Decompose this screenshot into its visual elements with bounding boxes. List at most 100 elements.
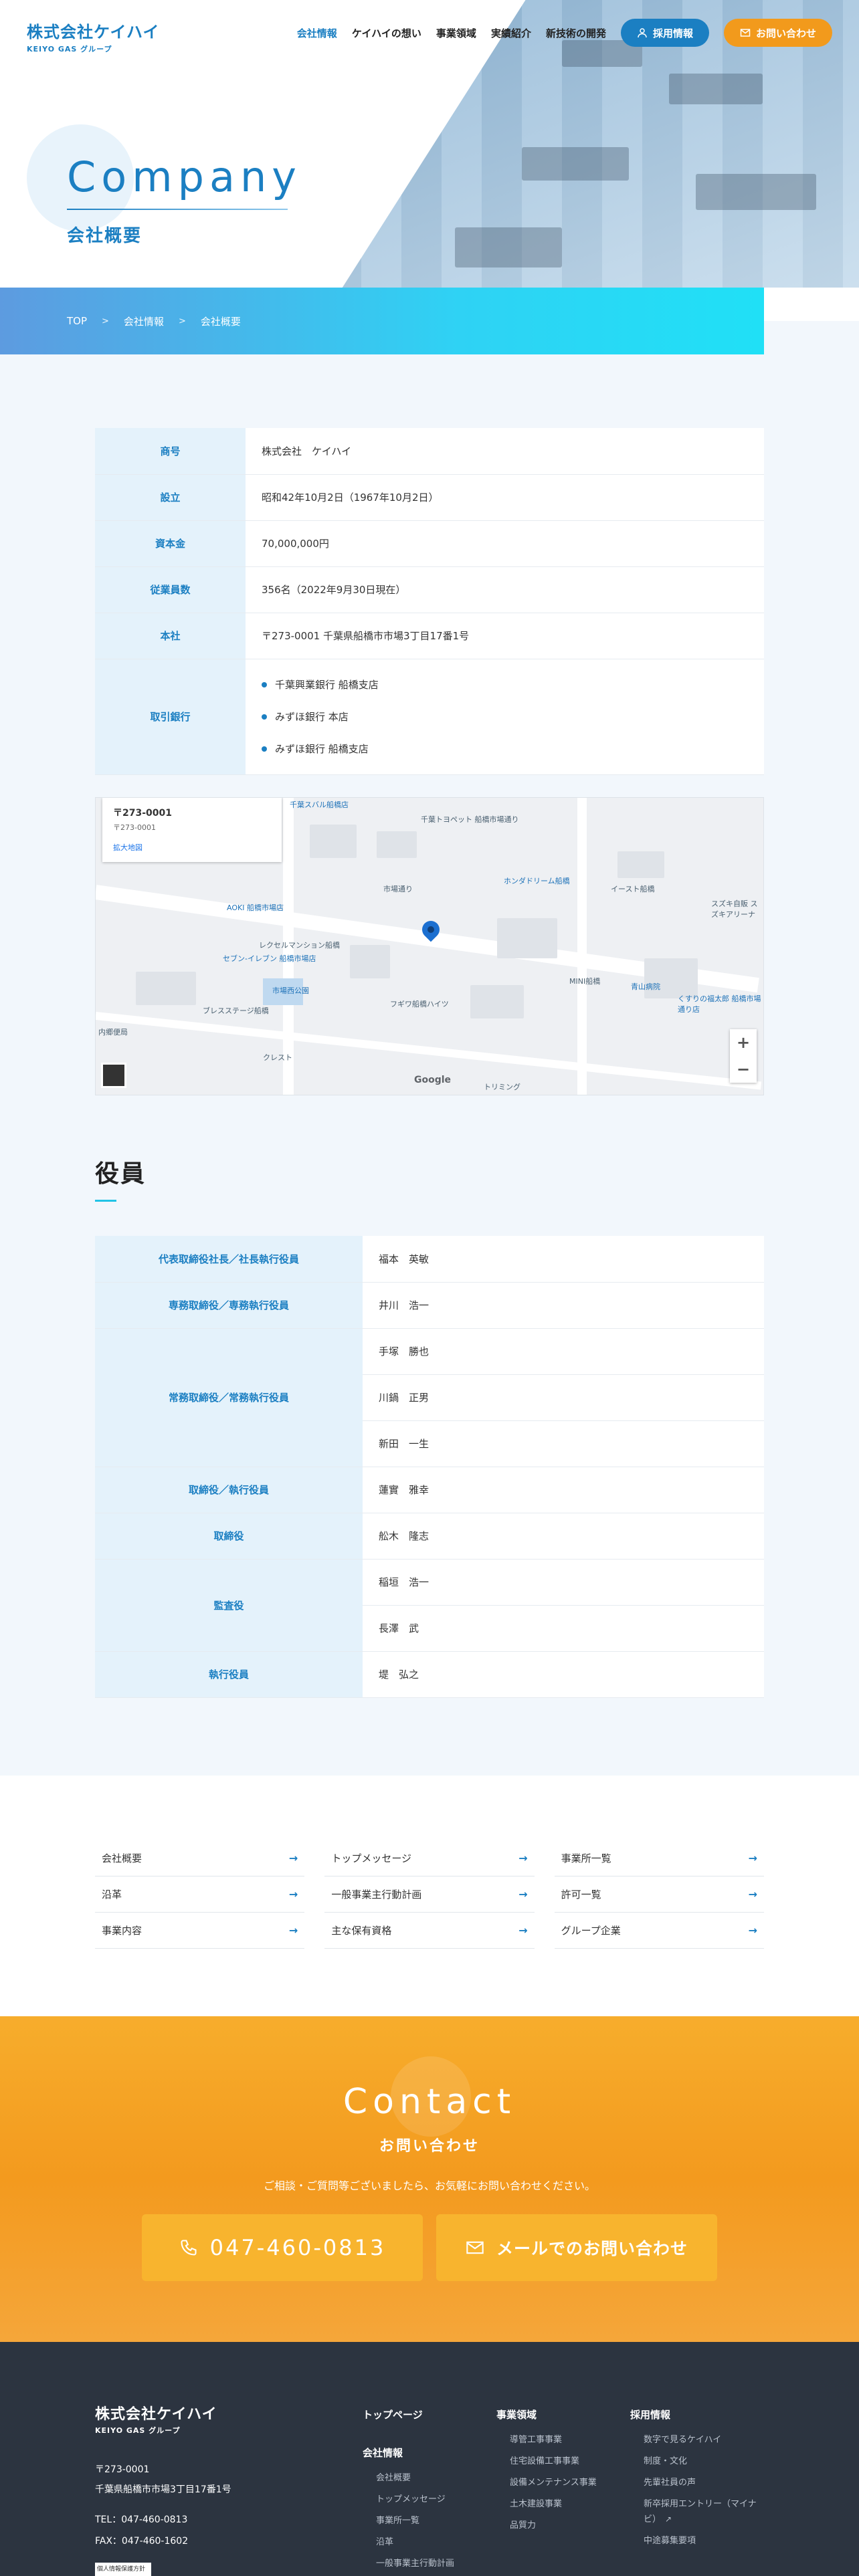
- chevron-right-icon: >: [102, 316, 109, 326]
- footer-link[interactable]: 品質力: [496, 2515, 597, 2537]
- footer-link[interactable]: トップメッセージ: [363, 2489, 454, 2510]
- row-value: 福本 英敏: [363, 1236, 764, 1283]
- map-label: 青山病院: [631, 982, 660, 991]
- row-label: 本社: [95, 613, 246, 659]
- row-value: 手塚 勝也: [363, 1328, 764, 1375]
- link-company-overview[interactable]: 会社概要 →: [95, 1840, 305, 1876]
- footer-street: 千葉県船橋市市場3丁目17番1号: [95, 2484, 231, 2495]
- footer-link[interactable]: 中途募集要項: [630, 2531, 764, 2552]
- map-label: ブレスステージ船橋: [203, 1006, 269, 1015]
- person-icon: [638, 28, 647, 38]
- google-logo: Google: [414, 1075, 452, 1085]
- nav-company[interactable]: 会社情報: [297, 26, 337, 40]
- page-title: Company: [67, 152, 302, 201]
- arrow-right-icon: →: [518, 1852, 528, 1864]
- mail-icon: [740, 29, 751, 37]
- link-history[interactable]: 沿革 →: [95, 1876, 305, 1913]
- footer-link[interactable]: 制度・文化: [630, 2451, 764, 2472]
- arrow-right-icon: →: [748, 1924, 757, 1937]
- map-label: レクセルマンション船橋: [259, 941, 340, 950]
- link-offices[interactable]: 事業所一覧 →: [554, 1840, 764, 1876]
- footer-link[interactable]: 土木建設事業: [496, 2494, 597, 2515]
- table-row: 本社 〒273-0001 千葉県船橋市市場3丁目17番1号: [95, 613, 764, 659]
- nav-business[interactable]: 事業領域: [436, 26, 476, 40]
- google-map[interactable]: 千葉スバル船橋店 市場通り ホンダドリーム船橋 AOKI 船橋市場店 セブン-イ…: [95, 797, 764, 1095]
- contact-title: Contact: [343, 2082, 516, 2122]
- row-label: 監査役: [95, 1559, 363, 1652]
- footer-link[interactable]: 沿革: [363, 2532, 454, 2553]
- link-licenses[interactable]: 許可一覧 →: [554, 1876, 764, 1913]
- footer-logo[interactable]: 株式会社ケイハイ KEIYO GAS グループ: [95, 2402, 217, 2436]
- row-label: 代表取締役社長／社長執行役員: [95, 1236, 363, 1283]
- link-action-plan[interactable]: 一般事業主行動計画 →: [324, 1876, 535, 1913]
- row-label: 常務取締役／常務執行役員: [95, 1328, 363, 1467]
- map-zoom-control: + −: [730, 1029, 757, 1083]
- page-subtitle: 会社概要: [67, 226, 142, 246]
- table-row: 従業員数 356名（2022年9月30日現在）: [95, 566, 764, 613]
- zoom-out-icon[interactable]: −: [737, 1060, 750, 1079]
- link-qualifications[interactable]: 主な保有資格 →: [324, 1913, 535, 1949]
- logo-sub: KEIYO GAS グループ: [27, 45, 112, 53]
- privacy-badge[interactable]: 個人情報保護方針: [95, 2563, 151, 2576]
- table-row: 資本金 70,000,000円: [95, 520, 764, 567]
- contact-button[interactable]: お問い合わせ: [723, 19, 832, 47]
- list-item: みずほ銀行 船橋支店: [262, 733, 764, 765]
- link-label: グループ企業: [561, 1925, 621, 1937]
- footer-link[interactable]: 住宅設備工事事業: [496, 2451, 597, 2472]
- arrow-right-icon: →: [518, 1888, 528, 1901]
- link-business[interactable]: 事業内容 →: [95, 1913, 305, 1949]
- footer: 株式会社ケイハイ KEIYO GAS グループ 〒273-0001 千葉県船橋市…: [0, 2342, 859, 2576]
- table-row: 監査役 稲垣 浩一: [95, 1559, 764, 1652]
- tel-button[interactable]: 047-460-0813: [142, 2214, 423, 2281]
- footer-link[interactable]: 会社概要: [363, 2468, 454, 2489]
- arrow-right-icon: →: [748, 1888, 757, 1901]
- arrow-right-icon: →: [288, 1888, 298, 1901]
- map-enlarge-link[interactable]: 拡大地図: [113, 842, 271, 853]
- officers-table: 代表取締役社長／社長執行役員 福本 英敏 専務取締役／専務執行役員 井川 浩一 …: [95, 1236, 764, 1698]
- map-card-sub: 〒273-0001: [113, 823, 156, 832]
- breadcrumb-current: 会社概要: [200, 315, 241, 328]
- footer-link-top[interactable]: トップページ: [363, 2407, 454, 2422]
- link-label: 事業所一覧: [561, 1852, 611, 1864]
- nav-philosophy[interactable]: ケイハイの想い: [352, 26, 421, 40]
- footer-link-business[interactable]: 事業領域: [496, 2407, 597, 2422]
- link-label: 沿革: [102, 1889, 122, 1901]
- footer-link-mynavi[interactable]: 新卒採用エントリー（マイナビ） ↗: [630, 2494, 764, 2531]
- footer-link[interactable]: 一般事業主行動計画: [363, 2553, 454, 2575]
- link-group[interactable]: グループ企業 →: [554, 1913, 764, 1949]
- footer-link[interactable]: 先輩社員の声: [630, 2472, 764, 2494]
- logo[interactable]: 株式会社ケイハイ KEIYO GAS グループ: [27, 19, 160, 54]
- footer-link[interactable]: 設備メンテナンス事業: [496, 2472, 597, 2494]
- map-label: イースト船橋: [611, 885, 655, 893]
- link-top-message[interactable]: トップメッセージ →: [324, 1840, 535, 1876]
- section-underline: [95, 1200, 116, 1202]
- footer-link-company[interactable]: 会社情報: [363, 2446, 454, 2460]
- footer-link-label: 新卒採用エントリー（マイナビ）: [644, 2499, 757, 2525]
- arrow-right-icon: →: [288, 1852, 298, 1864]
- chevron-right-icon: >: [178, 316, 186, 326]
- map-label: MINI船橋: [569, 977, 601, 986]
- link-label: 一般事業主行動計画: [331, 1889, 422, 1901]
- row-value: 356名（2022年9月30日現在）: [246, 566, 764, 613]
- footer-link[interactable]: 数字で見るケイハイ: [630, 2430, 764, 2451]
- footer-link-recruit[interactable]: 採用情報: [630, 2407, 764, 2422]
- footer-logo-sub: KEIYO GAS グループ: [95, 2426, 181, 2435]
- table-row: 執行役員 堤 弘之: [95, 1651, 764, 1698]
- nav-technology[interactable]: 新技術の開発: [546, 26, 606, 40]
- row-value: 70,000,000円: [246, 520, 764, 567]
- global-nav: 会社情報 ケイハイの想い 事業領域 実績紹介 新技術の開発 採用情報 お問い合わ…: [297, 19, 832, 47]
- recruit-button[interactable]: 採用情報: [620, 19, 709, 47]
- footer-link[interactable]: 導管工事事業: [496, 2430, 597, 2451]
- breadcrumb-top[interactable]: TOP: [67, 315, 87, 327]
- nav-works[interactable]: 実績紹介: [491, 26, 531, 40]
- zoom-in-icon[interactable]: +: [737, 1033, 750, 1052]
- breadcrumb-company-info[interactable]: 会社情報: [124, 314, 164, 328]
- mail-button[interactable]: メールでのお問い合わせ: [436, 2214, 717, 2281]
- footer-link[interactable]: 事業所一覧: [363, 2510, 454, 2532]
- row-value: 稲垣 浩一: [363, 1559, 764, 1606]
- map-label: 市場西公園: [272, 986, 309, 995]
- table-row: 設立 昭和42年10月2日（1967年10月2日）: [95, 474, 764, 521]
- header: 株式会社ケイハイ KEIYO GAS グループ 会社情報 ケイハイの想い 事業領…: [0, 0, 859, 67]
- row-value: 新田 一生: [363, 1420, 764, 1467]
- row-value: 舩木 隆志: [363, 1513, 764, 1560]
